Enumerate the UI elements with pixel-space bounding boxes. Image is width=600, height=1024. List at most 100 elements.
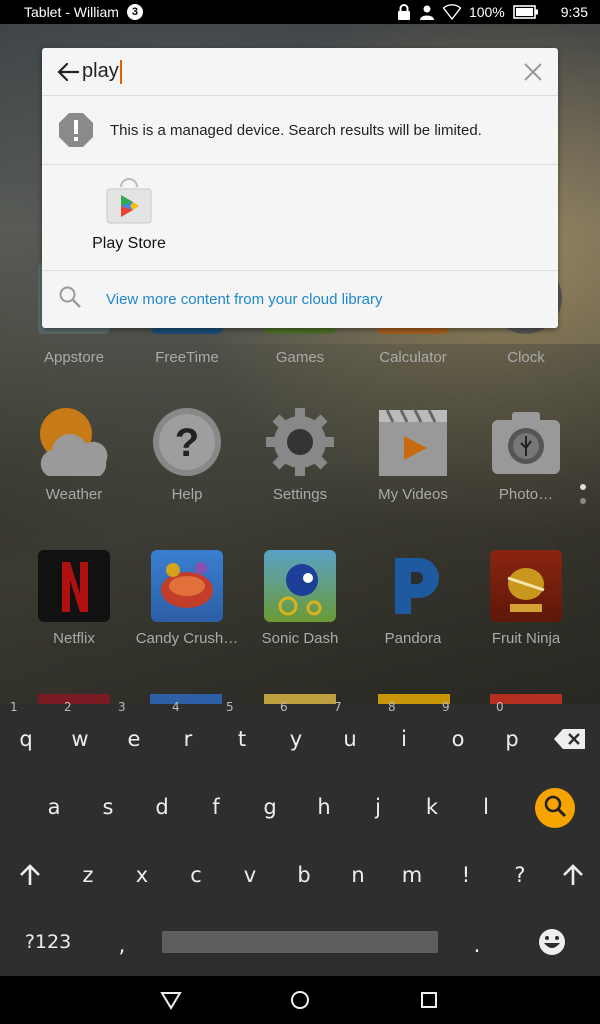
app-fruit-ninja[interactable]: Fruit Ninja	[470, 550, 582, 647]
key-exclamation[interactable]: !	[444, 850, 488, 900]
search-bar: play	[42, 48, 558, 96]
wifi-icon	[442, 4, 461, 20]
key-a[interactable]: a	[32, 782, 76, 832]
backspace-key[interactable]	[548, 714, 592, 764]
key-comma[interactable]: ,	[100, 920, 144, 970]
key-r[interactable]: 4r	[166, 700, 210, 764]
key-y[interactable]: 6y	[274, 700, 318, 764]
key-label: m	[401, 863, 423, 887]
shift-arrow-icon	[19, 864, 41, 892]
key-label: v	[243, 863, 257, 887]
key-label: .	[473, 933, 481, 957]
key-label: o	[451, 727, 465, 751]
notice-text: This is a managed device. Search results…	[110, 121, 482, 139]
app-label: Games	[275, 349, 325, 366]
key-label: b	[297, 863, 311, 887]
netflix-icon	[38, 550, 110, 622]
search-panel: play This is a managed device. Search re…	[42, 48, 558, 328]
back-arrow-icon[interactable]	[56, 60, 80, 84]
key-hint: 9	[442, 700, 450, 714]
key-hint: 3	[118, 700, 126, 714]
key-s[interactable]: s	[86, 782, 130, 832]
status-bar: Tablet - William 3 100% 9:35	[0, 0, 600, 24]
key-o[interactable]: 9o	[436, 700, 480, 764]
key-w[interactable]: 2w	[58, 700, 102, 764]
app-label: Photo…	[498, 486, 554, 503]
cloud-library-row[interactable]: View more content from your cloud librar…	[42, 271, 558, 327]
key-c[interactable]: c	[174, 850, 218, 900]
page-indicator	[580, 484, 586, 512]
key-z[interactable]: z	[66, 850, 110, 900]
search-field[interactable]: play	[80, 59, 522, 84]
key-b[interactable]: b	[282, 850, 326, 900]
key-g[interactable]: g	[248, 782, 292, 832]
key-v[interactable]: v	[228, 850, 272, 900]
key-hint: 0	[496, 700, 504, 714]
key-h[interactable]: h	[302, 782, 346, 832]
app-label: Appstore	[43, 349, 105, 366]
key-d[interactable]: d	[140, 782, 184, 832]
space-bar[interactable]	[162, 931, 438, 953]
key-period[interactable]: .	[455, 920, 499, 970]
app-pandora[interactable]: Pandora	[357, 550, 469, 647]
sonic-dash-icon	[264, 550, 336, 622]
key-label: s	[102, 795, 114, 819]
page-dot	[580, 498, 586, 504]
app-label: Pandora	[384, 630, 442, 647]
key-q[interactable]: 1q	[4, 700, 48, 764]
app-label: Weather	[45, 486, 103, 503]
status-clock: 9:35	[560, 4, 588, 20]
key-f[interactable]: f	[194, 782, 238, 832]
app-my-videos[interactable]: My Videos	[357, 406, 469, 503]
search-input[interactable]: play	[82, 60, 119, 83]
candy-crush-icon	[151, 550, 223, 622]
key-j[interactable]: j	[356, 782, 400, 832]
key-x[interactable]: x	[120, 850, 164, 900]
key-n[interactable]: n	[336, 850, 380, 900]
key-m[interactable]: m	[390, 850, 434, 900]
app-candy-crush[interactable]: Candy Crush…	[131, 550, 243, 647]
key-p[interactable]: 0p	[490, 700, 534, 764]
app-label: Sonic Dash	[261, 630, 339, 647]
app-weather[interactable]: Weather	[18, 406, 130, 503]
symbols-key[interactable]: ?123	[18, 917, 78, 967]
key-question[interactable]: ?	[498, 850, 542, 900]
home-icon[interactable]	[289, 989, 311, 1011]
battery-icon	[512, 5, 539, 19]
key-label: t	[237, 727, 247, 751]
app-photos[interactable]: Photo…	[470, 406, 582, 503]
app-help[interactable]: ? Help	[131, 406, 243, 503]
shift-key-right[interactable]	[551, 850, 595, 900]
cloud-library-link[interactable]: View more content from your cloud librar…	[106, 291, 383, 308]
app-sonic-dash[interactable]: Sonic Dash	[244, 550, 356, 647]
text-caret	[119, 59, 122, 84]
key-l[interactable]: l	[464, 782, 508, 832]
key-t[interactable]: 5t	[220, 700, 264, 764]
recents-icon[interactable]	[418, 989, 440, 1011]
key-label: !	[461, 863, 471, 887]
app-netflix[interactable]: Netflix	[18, 550, 130, 647]
key-e[interactable]: 3e	[112, 700, 156, 764]
key-label: w	[71, 727, 89, 751]
back-icon[interactable]	[160, 989, 182, 1011]
key-i[interactable]: 8i	[382, 700, 426, 764]
result-play-store[interactable]: Play Store	[84, 177, 174, 253]
key-label: l	[483, 795, 489, 819]
emoji-icon	[538, 929, 566, 962]
key-label: u	[343, 727, 357, 751]
search-enter-key[interactable]	[535, 788, 575, 828]
key-label: r	[183, 727, 193, 751]
app-label: Fruit Ninja	[491, 630, 561, 647]
key-u[interactable]: 7u	[328, 700, 372, 764]
key-label: q	[19, 727, 33, 751]
app-settings[interactable]: Settings	[244, 406, 356, 503]
key-label: h	[317, 795, 331, 819]
close-icon[interactable]	[522, 61, 544, 83]
key-k[interactable]: k	[410, 782, 454, 832]
key-label: x	[135, 863, 149, 887]
shift-key-left[interactable]	[8, 850, 52, 900]
emoji-key[interactable]	[530, 917, 574, 967]
fruit-ninja-icon	[490, 550, 562, 622]
key-hint: 8	[388, 700, 396, 714]
managed-device-notice: This is a managed device. Search results…	[42, 96, 558, 165]
